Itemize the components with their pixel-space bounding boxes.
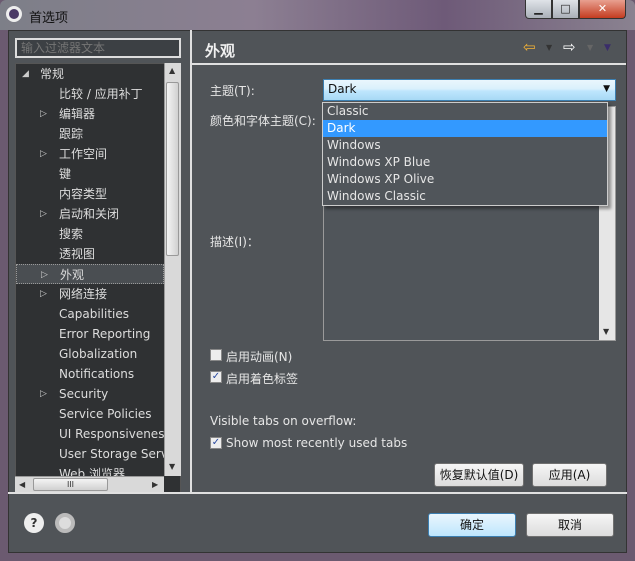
enable-animation-label: 启用动画(N) — [226, 350, 293, 364]
tree-item-label: 跟踪 — [59, 127, 84, 141]
show-mru-tabs-checkbox[interactable]: ✓ — [210, 437, 222, 449]
tree-item[interactable]: 透视图 — [16, 244, 164, 264]
tree-item-label: 网络连接 — [59, 287, 108, 301]
window-title: 首选项 — [29, 11, 69, 26]
theme-option[interactable]: Classic — [323, 103, 607, 120]
tree-item[interactable]: 搜索 — [16, 224, 164, 244]
tree-item[interactable]: 跟踪 — [16, 124, 164, 144]
tree-item-label: Security — [59, 387, 109, 401]
tree-item[interactable]: ▷ 启动和关闭 — [16, 204, 164, 224]
apply-button[interactable]: 应用(A) — [532, 463, 607, 487]
tree-horizontal-scroll-thumb[interactable]: III — [33, 478, 108, 491]
tree-item-label: 比较 / 应用补丁 — [59, 87, 143, 101]
tree-item[interactable]: UI Responsiveness — [16, 424, 164, 444]
enable-animation-checkbox[interactable] — [210, 349, 222, 361]
page-title: 外观 — [205, 42, 236, 60]
tree-item[interactable]: ▷ 编辑器 — [16, 104, 164, 124]
tree-item-label: Globalization — [59, 347, 138, 361]
tree-item-label: UI Responsiveness — [59, 427, 164, 441]
theme-select[interactable]: Dark ▼ — [323, 79, 616, 101]
tree-item-label: 内容类型 — [59, 187, 108, 201]
collapse-arrow-icon[interactable]: ◢ — [22, 64, 29, 84]
back-history-dropdown-icon[interactable]: ▼ — [546, 43, 552, 52]
tree-item-label: Service Policies — [59, 407, 152, 421]
expand-arrow-icon[interactable]: ▷ — [40, 104, 47, 124]
tree-item[interactable]: User Storage Service — [16, 444, 164, 464]
view-menu-icon[interactable]: ▼ — [604, 43, 611, 53]
color-font-theme-label: 颜色和字体主题(C): — [210, 114, 316, 128]
expand-arrow-icon[interactable]: ▷ — [40, 144, 47, 164]
tree-item-label: 透视图 — [59, 247, 96, 261]
theme-option[interactable]: Windows XP Blue — [323, 154, 607, 171]
tree-vertical-scroll-thumb[interactable] — [166, 82, 179, 256]
tree-item[interactable]: ▷ 外观 — [16, 264, 164, 284]
expand-arrow-icon[interactable]: ▷ — [40, 284, 47, 304]
tree-item-label: 启动和关闭 — [59, 207, 120, 221]
filter-input[interactable] — [15, 38, 181, 58]
tree-item[interactable]: Globalization — [16, 344, 164, 364]
close-button[interactable]: ✕ — [579, 0, 626, 19]
forward-arrow-icon[interactable]: ⇨ — [563, 40, 576, 55]
tree-item[interactable]: ▷ Security — [16, 384, 164, 404]
back-arrow-icon[interactable]: ⇦ — [523, 40, 536, 55]
preferences-gear-icon — [6, 6, 22, 22]
tree-item[interactable]: Error Reporting — [16, 324, 164, 344]
help-icon[interactable]: ? — [24, 513, 44, 533]
tree-item-label: 外观 — [60, 268, 85, 282]
theme-label: 主题(T): — [210, 84, 255, 98]
visible-tabs-label: Visible tabs on overflow: — [210, 414, 357, 428]
ok-button[interactable]: 确定 — [428, 513, 516, 537]
theme-dropdown-list: Classic Dark Windows Windows XP Blue Windows… — [322, 102, 608, 206]
tree-item-label: 编辑器 — [59, 107, 96, 121]
expand-arrow-icon[interactable]: ▷ — [41, 265, 48, 283]
expand-arrow-icon[interactable]: ▷ — [40, 204, 47, 224]
chevron-down-icon: ▼ — [603, 84, 610, 94]
cancel-button[interactable]: 取消 — [526, 513, 614, 537]
tree-item-label: 键 — [59, 167, 72, 181]
expand-arrow-icon[interactable]: ▷ — [40, 384, 47, 404]
pane-divider[interactable] — [190, 30, 192, 493]
tree-item[interactable]: 键 — [16, 164, 164, 184]
settings-import-icon[interactable] — [55, 513, 75, 533]
tree-item[interactable]: ◢ 常规 — [16, 64, 164, 84]
tree-item[interactable]: 比较 / 应用补丁 — [16, 84, 164, 104]
theme-select-value: Dark — [328, 82, 357, 96]
footer-divider — [8, 492, 627, 494]
tree-item[interactable]: Notifications — [16, 364, 164, 384]
description-label: 描述(I)： — [210, 235, 259, 249]
forward-history-dropdown-icon[interactable]: ▼ — [587, 43, 593, 52]
show-mru-tabs-label: Show most recently used tabs — [226, 436, 408, 450]
tree-item-label: User Storage Service — [59, 447, 164, 461]
minimize-button[interactable]: ▁ — [525, 0, 552, 19]
theme-option[interactable]: Dark — [323, 120, 607, 137]
enable-colored-labels-label: 启用着色标签 — [226, 372, 299, 386]
enable-colored-labels-checkbox[interactable]: ✓ — [210, 371, 222, 383]
theme-option[interactable]: Windows XP Olive — [323, 171, 607, 188]
tree-item[interactable]: 内容类型 — [16, 184, 164, 204]
tree-item-label: Error Reporting — [59, 327, 151, 341]
tree-item-label: 常规 — [40, 67, 65, 81]
maximize-button[interactable]: □ — [552, 0, 579, 19]
tree-item[interactable]: Capabilities — [16, 304, 164, 324]
theme-option[interactable]: Windows Classic — [323, 188, 607, 205]
theme-option[interactable]: Windows — [323, 137, 607, 154]
tree-item[interactable]: ▷ 工作空间 — [16, 144, 164, 164]
tree-item[interactable]: ▷ 网络连接 — [16, 284, 164, 304]
tree-item-label: Notifications — [59, 367, 135, 381]
preferences-tree: ◢ 常规比较 / 应用补丁 ▷ 编辑器跟踪 ▷ 工作空间键内容类型 ▷ 启动和关闭搜索透视图 ▷… — [15, 63, 181, 494]
header-divider — [192, 63, 626, 65]
tree-item[interactable]: Service Policies — [16, 404, 164, 424]
tree-item-label: 搜索 — [59, 227, 84, 241]
restore-defaults-button[interactable]: 恢复默认值(D) — [434, 463, 524, 487]
tree-item-label: 工作空间 — [59, 147, 108, 161]
tree-item-label: Capabilities — [59, 307, 129, 321]
